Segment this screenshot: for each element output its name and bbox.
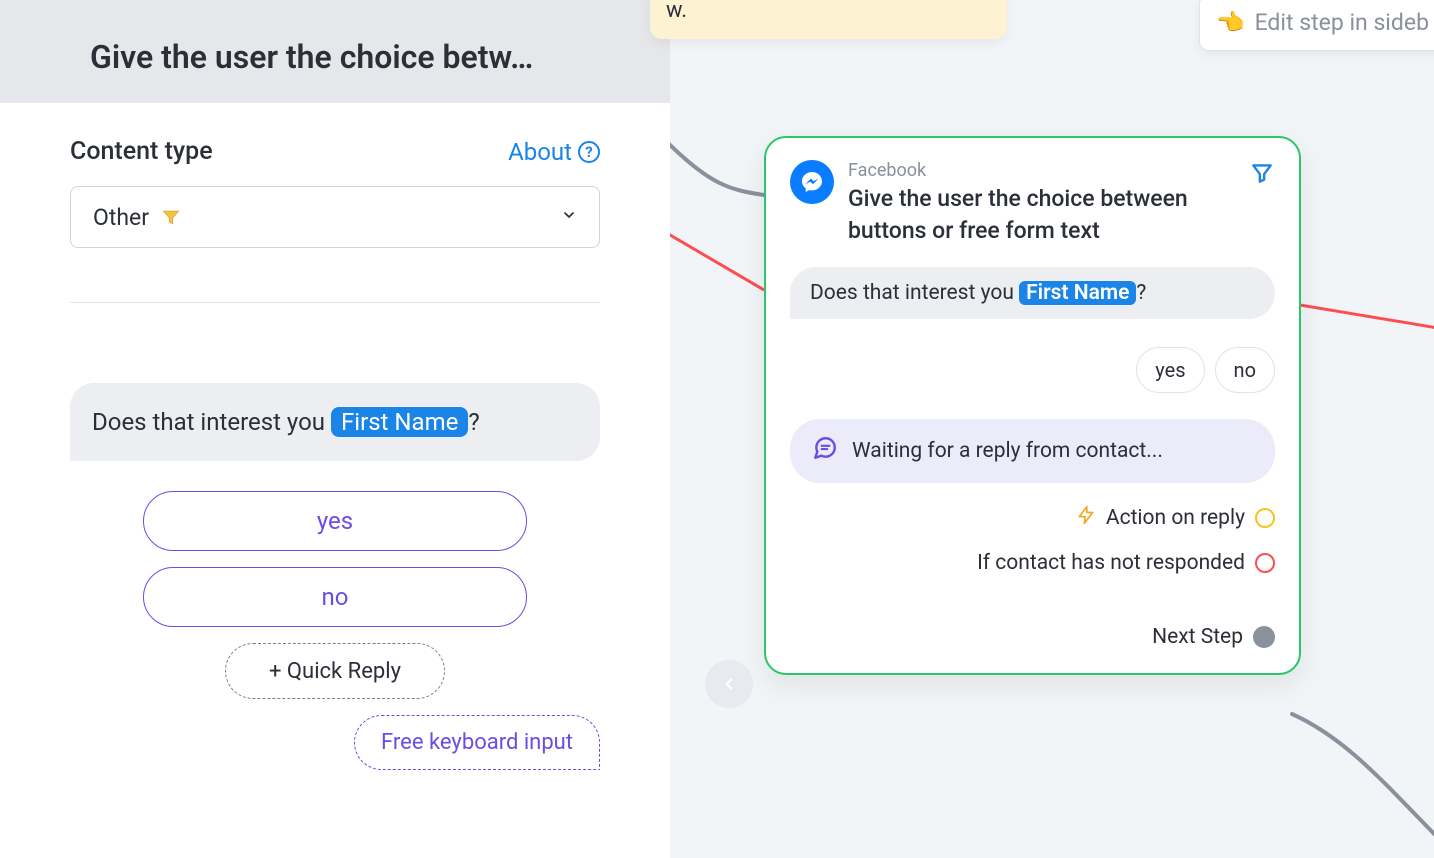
flow-canvas[interactable]: w. 👈 Edit step in sideb Facebook Give th… <box>670 0 1434 858</box>
select-value: Other <box>93 204 149 231</box>
message-suffix: ? <box>468 408 479 436</box>
funnel-icon <box>161 207 181 227</box>
content-type-row: Content type About ? <box>70 137 600 166</box>
free-keyboard-input-button[interactable]: Free keyboard input <box>354 715 600 770</box>
message-bubble-editor[interactable]: Does that interest you First Name? <box>70 383 600 461</box>
bolt-icon <box>1076 505 1096 531</box>
free-keyboard-wrap: Free keyboard input <box>70 715 600 770</box>
port-next-step[interactable] <box>1253 626 1275 648</box>
node-header: Facebook Give the user the choice betwee… <box>790 160 1275 247</box>
node-action-rows: Action on reply If contact has not respo… <box>790 505 1275 649</box>
next-step-label: Next Step <box>1152 625 1243 649</box>
content-type-label: Content type <box>70 137 213 166</box>
sidebar-panel: Give the user the choice betw… Content t… <box>0 0 670 858</box>
about-text: About <box>508 138 572 166</box>
port-not-responded[interactable] <box>1255 553 1275 573</box>
filter-icon[interactable] <box>1249 160 1275 190</box>
flow-node-card[interactable]: Facebook Give the user the choice betwee… <box>764 136 1301 675</box>
node-message-prefix: Does that interest you <box>810 281 1019 305</box>
help-icon: ? <box>578 141 600 163</box>
canvas-note-text: w. <box>666 0 687 23</box>
messenger-icon <box>790 160 834 204</box>
sidebar-body: Content type About ? Other Does that int… <box>0 103 670 770</box>
node-message-suffix: ? <box>1136 281 1146 305</box>
select-value-wrap: Other <box>93 204 181 231</box>
sidebar-title: Give the user the choice betw… <box>90 38 600 76</box>
canvas-note: w. <box>650 0 1007 39</box>
sidebar-header: Give the user the choice betw… <box>0 0 670 103</box>
quick-reply-no[interactable]: no <box>143 567 527 627</box>
about-link[interactable]: About ? <box>508 138 600 166</box>
port-action-on-reply[interactable] <box>1255 508 1275 528</box>
waiting-for-reply-bar: Waiting for a reply from contact... <box>790 419 1275 483</box>
chevron-down-icon <box>561 207 577 228</box>
chevron-left-icon <box>720 675 738 693</box>
node-header-text: Facebook Give the user the choice betwee… <box>848 160 1235 247</box>
quick-reply-column: yes no + Quick Reply Free keyboard input <box>70 491 600 770</box>
divider <box>70 302 600 303</box>
node-pill-yes[interactable]: yes <box>1136 347 1204 393</box>
node-message-bubble: Does that interest you First Name? <box>790 267 1275 319</box>
quick-reply-yes[interactable]: yes <box>143 491 527 551</box>
edit-step-label: Edit step in sideb <box>1255 9 1429 36</box>
content-type-select[interactable]: Other <box>70 186 600 248</box>
node-title: Give the user the choice between buttons… <box>848 183 1235 247</box>
message-prefix: Does that interest you <box>92 408 331 436</box>
variable-chip-first-name[interactable]: First Name <box>331 407 468 437</box>
node-quick-reply-pills: yes no <box>790 347 1275 393</box>
add-quick-reply-button[interactable]: + Quick Reply <box>225 643 445 699</box>
waiting-text: Waiting for a reply from contact... <box>852 439 1163 463</box>
action-on-reply-row[interactable]: Action on reply <box>1076 505 1275 531</box>
chat-bubble-icon <box>812 435 838 467</box>
collapse-sidebar-button[interactable] <box>705 660 753 708</box>
not-responded-label: If contact has not responded <box>977 551 1245 575</box>
node-channel-label: Facebook <box>848 160 1235 181</box>
pointing-hand-icon: 👈 <box>1216 9 1245 36</box>
not-responded-row[interactable]: If contact has not responded <box>977 551 1275 575</box>
action-on-reply-label: Action on reply <box>1106 506 1245 530</box>
edit-step-button[interactable]: 👈 Edit step in sideb <box>1199 0 1434 51</box>
next-step-row[interactable]: Next Step <box>1152 625 1275 649</box>
node-pill-no[interactable]: no <box>1215 347 1275 393</box>
node-variable-chip: First Name <box>1019 281 1136 305</box>
